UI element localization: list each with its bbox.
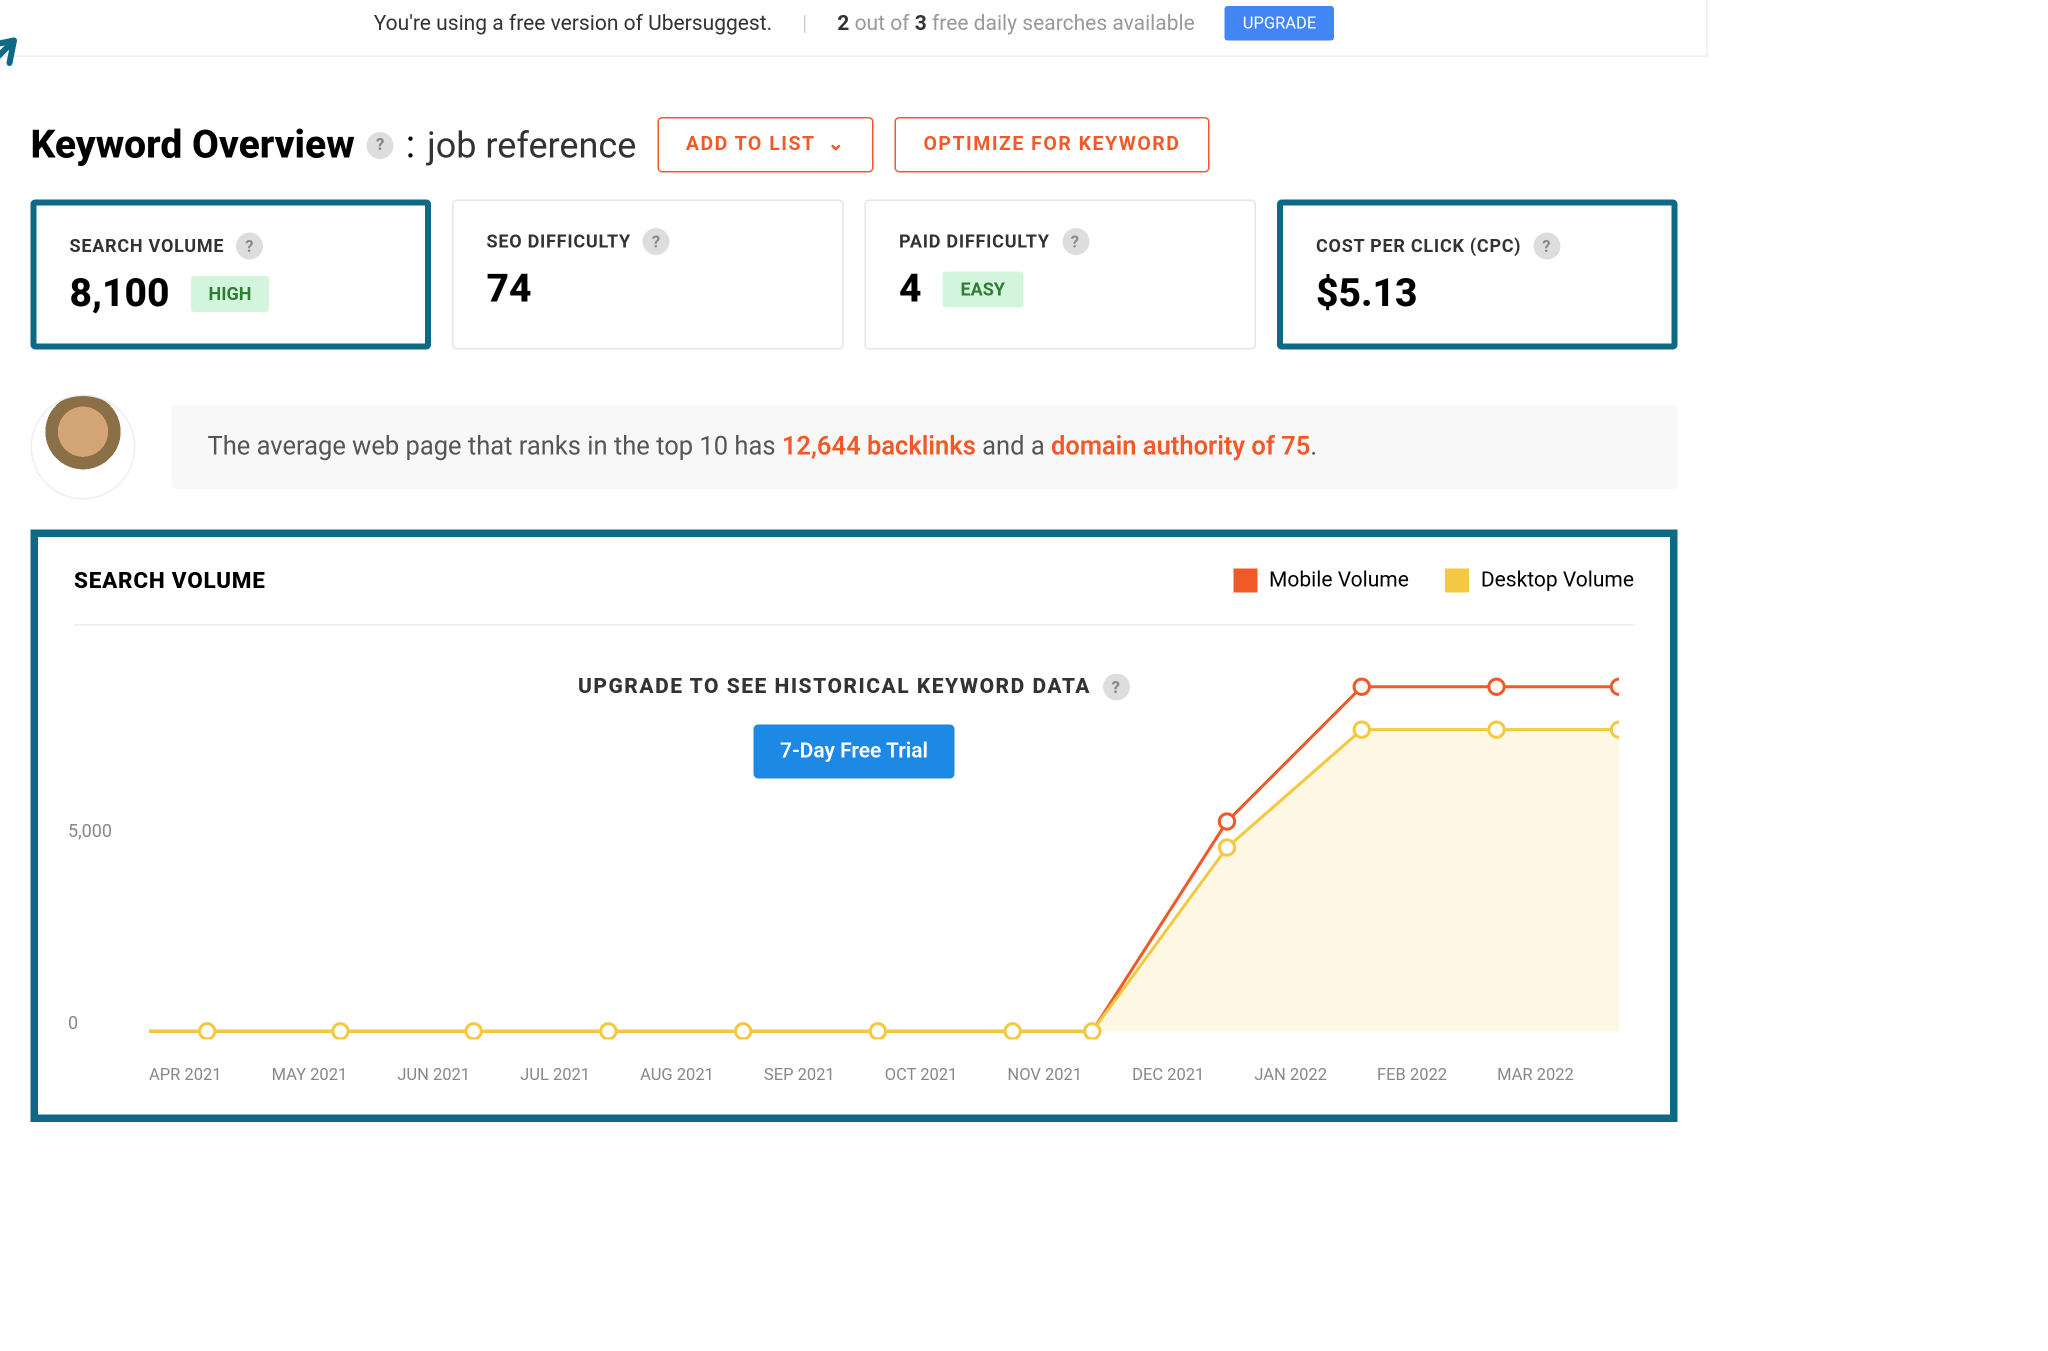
page-title: Keyword Overview ? : job reference	[31, 122, 637, 167]
chart-title: SEARCH VOLUME	[74, 567, 266, 594]
metric-seo-difficulty: SEO DIFFICULTY? 74	[452, 200, 844, 350]
legend-swatch-icon	[1233, 569, 1257, 593]
metric-search-volume: SEARCH VOLUME? 8,100 HIGH	[31, 200, 432, 350]
help-icon[interactable]: ?	[1062, 228, 1089, 255]
neil-avatar	[31, 395, 136, 500]
add-to-list-button[interactable]: ADD TO LIST ⌄	[657, 117, 874, 173]
insight-row: The average web page that ranks in the t…	[31, 395, 1678, 500]
help-icon[interactable]: ?	[643, 228, 670, 255]
help-icon[interactable]: ?	[367, 131, 394, 158]
help-icon[interactable]: ?	[1533, 233, 1560, 260]
separator: |	[802, 11, 807, 35]
search-volume-chart: SEARCH VOLUME Mobile Volume Desktop Volu…	[31, 530, 1678, 1123]
chevron-down-icon: ⌄	[828, 134, 846, 157]
metric-cpc: COST PER CLICK (CPC)? $5.13	[1277, 200, 1678, 350]
paid-difficulty-value: 4	[899, 267, 922, 312]
metrics-row: SEARCH VOLUME? 8,100 HIGH SEO DIFFICULTY…	[31, 200, 1678, 350]
optimize-keyword-button[interactable]: OPTIMIZE FOR KEYWORD	[895, 117, 1209, 173]
help-icon[interactable]: ?	[236, 233, 263, 260]
legend-swatch-icon	[1445, 569, 1469, 593]
legend-desktop: Desktop Volume	[1445, 569, 1634, 593]
upgrade-chip[interactable]: UPGRADE	[1225, 6, 1335, 41]
seo-difficulty-value: 74	[487, 267, 810, 312]
badge-high: HIGH	[191, 276, 270, 312]
metric-paid-difficulty: PAID DIFFICULTY? 4 EASY	[865, 200, 1257, 350]
y-axis-tick: 5,000	[68, 821, 112, 842]
title-row: Keyword Overview ? : job reference ADD T…	[31, 117, 1678, 173]
search-count: 2 out of 3 free daily searches available	[837, 11, 1194, 35]
legend-mobile: Mobile Volume	[1233, 569, 1409, 593]
insight-text: The average web page that ranks in the t…	[172, 405, 1678, 489]
y-axis-tick: 0	[68, 1013, 78, 1034]
chart-lines	[149, 626, 1619, 1039]
title-keyword: job reference	[427, 124, 636, 166]
free-version-bar: You're using a free version of Ubersugge…	[0, 0, 1708, 57]
free-text: You're using a free version of Ubersugge…	[374, 11, 772, 35]
search-volume-value: 8,100	[70, 272, 170, 317]
chart-body: UPGRADE TO SEE HISTORICAL KEYWORD DATA ?…	[74, 624, 1634, 1059]
main-content: Get a detailed keyword overview Language…	[0, 0, 1708, 1125]
x-axis-labels: APR 2021MAY 2021JUN 2021JUL 2021AUG 2021…	[74, 1059, 1634, 1085]
chart-legend: Mobile Volume Desktop Volume	[1233, 569, 1634, 593]
cpc-value: $5.13	[1316, 272, 1639, 317]
badge-easy: EASY	[943, 272, 1023, 308]
